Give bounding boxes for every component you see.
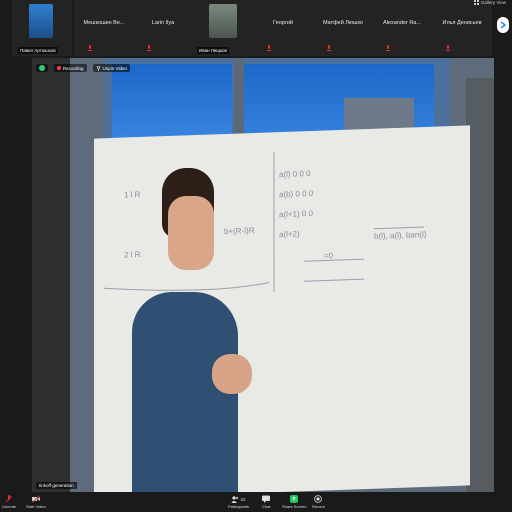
record-dot-icon: [57, 66, 61, 70]
mic-muted-icon: [5, 495, 13, 503]
mic-muted-icon: [267, 45, 271, 51]
pin-icon: [96, 65, 100, 71]
participant-name: Матфей Люшко: [323, 20, 363, 26]
participant-avatar: [29, 4, 53, 38]
share-screen-button[interactable]: Share Screen: [282, 495, 306, 509]
recording-indicator[interactable]: [36, 64, 48, 72]
participant-name: Larin Ilya: [151, 20, 175, 26]
meeting-toolbar: Unmute Start Video 22 Participants Chat …: [0, 494, 512, 512]
chat-icon: [262, 495, 271, 503]
mic-muted-icon: [446, 45, 450, 51]
record-icon: [314, 495, 323, 503]
svg-text:a(b) 0 0 0: a(b) 0 0 0: [279, 189, 314, 199]
chat-button[interactable]: Chat: [262, 495, 270, 509]
wall-left: [32, 58, 70, 492]
participants-label: Participants: [228, 504, 249, 509]
participants-icon: [231, 496, 239, 503]
participant-name: Alexander Ra...: [383, 20, 421, 26]
shield-icon: [39, 65, 45, 71]
recording-bar: Recording Unpin Video: [36, 64, 130, 72]
unmute-label: Unmute: [2, 504, 17, 509]
participants-count: 22: [240, 497, 246, 502]
record-button[interactable]: Record: [312, 495, 325, 509]
participant-name: Мешкошин Ве...: [83, 20, 125, 26]
participant-tile[interactable]: Larin Ilya: [133, 0, 193, 56]
svg-text:a(l) 0 0 0: a(l) 0 0 0: [279, 169, 311, 179]
record-label: Record: [312, 504, 325, 509]
participant-tile[interactable]: Павел Артюшков: [12, 0, 72, 56]
participants-button[interactable]: 22 Participants: [228, 495, 249, 509]
participant-tile[interactable]: Илья Денисьев: [432, 0, 492, 56]
participant-tile[interactable]: Мешкошин Ве...: [74, 0, 134, 56]
participant-tile[interactable]: Alexander Ra...: [372, 0, 432, 56]
svg-text:=0: =0: [324, 251, 334, 260]
unpin-video-button[interactable]: Unpin Video: [92, 64, 130, 72]
svg-text:a(l+1) 0 0: a(l+1) 0 0: [279, 209, 314, 219]
participant-tile[interactable]: Матфей Люшко: [313, 0, 373, 56]
participant-name: Георгий: [273, 20, 293, 26]
grid-icon: [473, 0, 479, 5]
recording-indicator[interactable]: Recording: [54, 64, 87, 72]
participant-nameplate: Иван Лещков: [197, 47, 229, 54]
gallery-view-button[interactable]: Gallery View: [473, 0, 506, 5]
share-screen-icon: [290, 495, 299, 503]
speaker-name: tinkoff-generation: [36, 482, 77, 489]
share-screen-label: Share Screen: [282, 504, 307, 509]
mic-muted-icon: [327, 45, 331, 51]
gallery-view-label: Gallery View: [480, 0, 506, 5]
chat-label: Chat: [262, 504, 271, 509]
start-video-button[interactable]: Start Video: [26, 495, 46, 509]
svg-text:a(l+2): a(l+2): [279, 229, 300, 239]
next-page-button[interactable]: [497, 17, 509, 33]
participant-name: Илья Денисьев: [442, 20, 482, 26]
svg-text:b(l), a(l), ban(l): b(l), a(l), ban(l): [374, 230, 427, 241]
chevron-right-icon: [500, 21, 506, 29]
mic-muted-icon: [386, 45, 390, 51]
gallery-strip: Павел Артюшков Мешкошин Ве... Larin Ilya…: [0, 0, 512, 56]
participant-avatar: [209, 4, 237, 38]
participant-tile[interactable]: Иван Лещков: [193, 0, 253, 56]
main-video[interactable]: 1 l R 2 l R b+(R-l)R a(l) 0 0 0 a(b) 0 0…: [32, 58, 494, 492]
participant-nameplate: Павел Артюшков: [18, 47, 58, 54]
start-video-label: Start Video: [26, 504, 46, 509]
unmute-button[interactable]: Unmute: [2, 495, 16, 509]
participant-tile[interactable]: Георгий: [253, 0, 313, 56]
recording-label: Recording: [63, 65, 84, 71]
unpin-video-label: Unpin Video: [102, 65, 127, 71]
mic-muted-icon: [88, 45, 92, 51]
speaker-person: [132, 168, 252, 492]
mic-muted-icon: [147, 45, 151, 51]
video-off-icon: [31, 495, 40, 503]
wall-right: [466, 78, 494, 492]
